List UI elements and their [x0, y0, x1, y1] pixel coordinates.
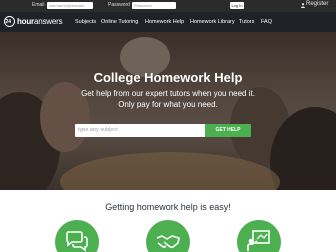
- login-button[interactable]: Log In: [230, 2, 244, 9]
- whiteboard-icon: [237, 220, 281, 252]
- password-label: Password: [108, 2, 130, 8]
- hero-banner: College Homework Help Get help from our …: [0, 32, 336, 190]
- features-title: Getting homework help is easy!: [105, 202, 231, 212]
- password-field[interactable]: Password: [132, 2, 176, 9]
- nav-faq[interactable]: FAQ: [261, 19, 272, 25]
- hero-subtitle-2: Only pay for what you need.: [118, 100, 218, 109]
- logo-wordmark[interactable]: houranswers: [17, 17, 63, 26]
- nav-homework-help[interactable]: Homework Help: [145, 19, 184, 25]
- top-login-bar: Email username@domain Password Password …: [0, 0, 336, 12]
- nav-online-tutoring[interactable]: Online Tutoring: [101, 19, 138, 25]
- email-field[interactable]: username@domain: [47, 2, 93, 9]
- nav-homework-library[interactable]: Homework Library: [190, 19, 235, 25]
- hero-overlay: [0, 32, 336, 190]
- logo-hour: hour: [17, 17, 34, 26]
- logo-icon[interactable]: 24: [4, 16, 15, 27]
- user-icon: [301, 3, 305, 8]
- logo-number: 24: [6, 19, 12, 25]
- handshake-icon: [146, 220, 190, 252]
- get-help-button[interactable]: GET HELP: [205, 124, 251, 137]
- email-label: Email: [32, 2, 45, 8]
- main-navbar: 24 houranswers Subjects Online Tutoring …: [0, 12, 336, 32]
- subject-search-input[interactable]: type any subject: [75, 124, 205, 137]
- hero-title: College Homework Help: [93, 70, 243, 85]
- chat-bubbles-icon: [55, 220, 99, 252]
- nav-subjects[interactable]: Subjects: [75, 19, 96, 25]
- hero-subtitle-1: Get help from our expert tutors when you…: [81, 89, 255, 98]
- nav-tutors[interactable]: Tutors: [239, 19, 254, 25]
- register-link[interactable]: Register: [306, 1, 328, 7]
- logo-answers: answers: [33, 17, 63, 26]
